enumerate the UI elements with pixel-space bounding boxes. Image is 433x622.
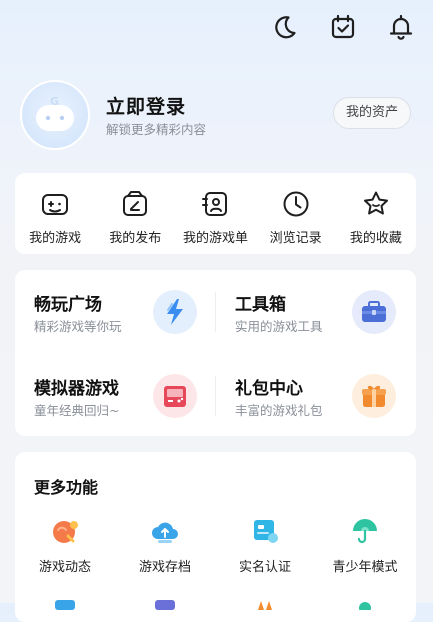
more-features-row-partial bbox=[15, 598, 416, 610]
edit-publish-icon bbox=[123, 191, 148, 216]
avatar-placeholder-icon: G bbox=[36, 95, 74, 131]
service-subtitle: 实用的游戏工具 bbox=[235, 319, 323, 334]
star-icon bbox=[363, 191, 388, 215]
service-title: 礼包中心 bbox=[235, 379, 303, 399]
lightning-icon bbox=[153, 290, 197, 334]
service-toolbox[interactable]: 工具箱 实用的游戏工具 bbox=[216, 270, 416, 352]
quick-link-label: 我的游戏单 bbox=[182, 231, 248, 246]
quick-link-my-games[interactable]: 我的游戏 bbox=[15, 189, 95, 246]
service-title: 工具箱 bbox=[235, 295, 286, 315]
avatar[interactable]: G bbox=[20, 80, 90, 150]
quick-links-card: 我的游戏 我的发布 我的游戏单 浏览记录 我的收藏 bbox=[15, 173, 416, 254]
feature-real-name-auth[interactable]: 实名认证 bbox=[215, 516, 315, 575]
service-gift-center[interactable]: 礼包中心 丰富的游戏礼包 bbox=[216, 354, 416, 436]
quick-link-favorites[interactable]: 我的收藏 bbox=[336, 189, 416, 246]
bell-icon[interactable] bbox=[386, 12, 416, 42]
game-news-icon bbox=[53, 521, 78, 543]
quick-link-label: 浏览记录 bbox=[269, 231, 322, 246]
feature-partial-4[interactable] bbox=[315, 598, 415, 610]
more-features-row: 游戏动态 游戏存档 实名认证 青少年模式 bbox=[15, 516, 416, 575]
feature-label: 青少年模式 bbox=[332, 560, 398, 575]
service-title: 模拟器游戏 bbox=[34, 379, 119, 399]
feature-label: 游戏存档 bbox=[138, 560, 191, 575]
calendar-check-icon[interactable] bbox=[328, 12, 358, 42]
feature-partial-2[interactable] bbox=[115, 598, 215, 610]
more-features-card: 更多功能 游戏动态 游戏存档 实名认证 青少年模式 bbox=[15, 452, 416, 622]
clock-icon bbox=[283, 191, 309, 217]
services-card: 畅玩广场 精彩游戏等你玩 工具箱 实用的游戏工具 模拟器游戏 童年经典回归~ 礼… bbox=[15, 270, 416, 436]
quick-link-history[interactable]: 浏览记录 bbox=[256, 189, 336, 246]
feature-label: 游戏动态 bbox=[38, 560, 91, 575]
gamepad-icon bbox=[42, 194, 69, 215]
toolbox-icon bbox=[352, 290, 396, 334]
quick-link-label: 我的游戏 bbox=[29, 231, 82, 246]
id-card-icon bbox=[254, 520, 278, 543]
login-title[interactable]: 立即登录 bbox=[106, 92, 186, 119]
quick-link-my-posts[interactable]: 我的发布 bbox=[95, 189, 175, 246]
feature-partial-1[interactable] bbox=[15, 598, 115, 610]
service-play-plaza[interactable]: 畅玩广场 精彩游戏等你玩 bbox=[15, 270, 215, 352]
service-emulator-games[interactable]: 模拟器游戏 童年经典回归~ bbox=[15, 354, 215, 436]
feature-partial-icon bbox=[55, 600, 75, 610]
cloud-save-icon bbox=[152, 522, 178, 543]
profile-header: G 立即登录 解锁更多精彩内容 我的资产 bbox=[20, 80, 413, 150]
game-list-icon bbox=[202, 192, 228, 216]
feature-partial-icon bbox=[258, 601, 272, 610]
feature-teen-mode[interactable]: 青少年模式 bbox=[315, 516, 415, 575]
emulator-icon bbox=[153, 374, 197, 418]
quick-link-label: 我的收藏 bbox=[349, 231, 402, 246]
service-subtitle: 精彩游戏等你玩 bbox=[34, 319, 122, 334]
my-assets-button[interactable]: 我的资产 bbox=[332, 97, 411, 129]
feature-game-save[interactable]: 游戏存档 bbox=[115, 516, 215, 575]
login-subtitle: 解锁更多精彩内容 bbox=[106, 122, 207, 137]
feature-partial-icon bbox=[155, 600, 175, 610]
feature-game-news[interactable]: 游戏动态 bbox=[15, 516, 115, 575]
umbrella-icon bbox=[353, 519, 377, 544]
gift-icon bbox=[352, 374, 396, 418]
service-subtitle: 丰富的游戏礼包 bbox=[235, 403, 323, 418]
feature-partial-icon bbox=[359, 602, 371, 610]
feature-partial-3[interactable] bbox=[215, 598, 315, 610]
moon-icon[interactable] bbox=[270, 12, 300, 42]
quick-link-label: 我的发布 bbox=[109, 231, 162, 246]
feature-label: 实名认证 bbox=[238, 560, 291, 575]
service-title: 畅玩广场 bbox=[34, 295, 102, 315]
more-features-title: 更多功能 bbox=[34, 478, 99, 497]
service-subtitle: 童年经典回归~ bbox=[34, 403, 120, 418]
top-bar bbox=[0, 0, 433, 54]
quick-link-my-game-list[interactable]: 我的游戏单 bbox=[175, 189, 255, 246]
